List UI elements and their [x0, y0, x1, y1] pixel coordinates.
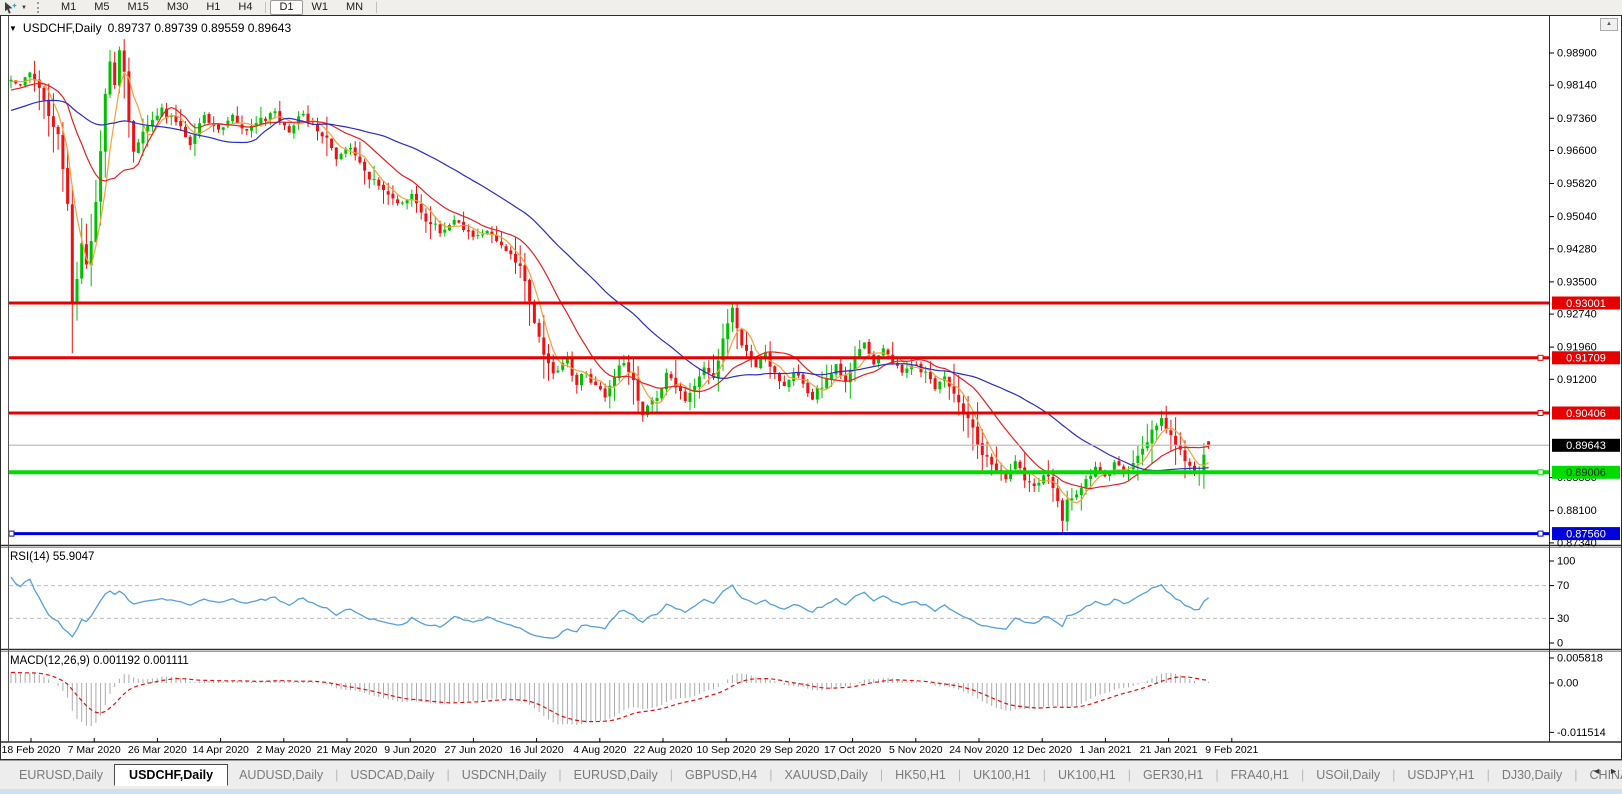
- status-strip: [0, 789, 1622, 794]
- rsi-line: [10, 576, 1209, 639]
- chart-symbol-label: USDCHF,Daily: [22, 21, 102, 35]
- chart-tab-uk100-h1[interactable]: UK100,H1: [962, 766, 1042, 784]
- price-axis-label: 0.97360: [1557, 113, 1597, 125]
- toolbar-separator: [376, 2, 378, 13]
- cursor-tool-button[interactable]: [3, 1, 18, 14]
- chart-tab-eurusd-daily[interactable]: EURUSD,Daily: [8, 766, 114, 784]
- price-badge-label: 0.89006: [1566, 467, 1606, 479]
- rsi-indicator-label: RSI(14) 55.9047: [10, 551, 95, 563]
- chart-tab-dj30-daily[interactable]: DJ30,Daily: [1491, 766, 1573, 784]
- price-chart-svg[interactable]: 0.98900 0.98140 0.97360 0.96600 0.95820 0.950…: [1, 16, 1621, 743]
- chart-window: 0.98900 0.98140 0.97360 0.96600 0.95820 0.950…: [0, 15, 1622, 760]
- price-axis-label: 0.92740: [1557, 309, 1597, 321]
- rsi-axis-label: 30: [1557, 613, 1569, 625]
- rsi-axis-label: 70: [1557, 580, 1569, 592]
- chart-tab-usdcnh-daily[interactable]: USDCNH,Daily: [451, 766, 558, 784]
- timeframe-button-H1[interactable]: H1: [197, 0, 229, 15]
- timeframe-button-M5[interactable]: M5: [85, 0, 118, 15]
- chart-tab-ger30-h1[interactable]: GER30,H1: [1132, 766, 1214, 784]
- price-axis-label: 0.91200: [1557, 374, 1597, 386]
- tab-scroll-right-icon[interactable]: ►: [1609, 766, 1618, 776]
- candles: [9, 39, 1211, 534]
- macd-axis-label: -0.011514: [1557, 727, 1606, 739]
- chart-tab-usdjpy-h1[interactable]: USDJPY,H1: [1396, 766, 1485, 784]
- timeframe-button-W1[interactable]: W1: [303, 0, 338, 15]
- price-axis-label: 0.93500: [1557, 276, 1597, 288]
- timeframe-button-D1[interactable]: D1: [270, 0, 303, 15]
- chart-tab-xauusd-daily[interactable]: XAUUSD,Daily: [773, 766, 878, 784]
- line-handle[interactable]: [8, 530, 15, 537]
- chart-tab-bar: EURUSD,Daily USDCHF,Daily AUDUSD,Daily | USD…: [0, 760, 1622, 789]
- chart-title: ▼ USDCHF,Daily 0.89737 0.89739 0.89559 0…: [9, 21, 291, 35]
- price-axis-label: 0.98900: [1557, 48, 1597, 60]
- ma-slow-blue: [10, 99, 1209, 472]
- tab-scroll-buttons: ◄ ►: [1592, 766, 1618, 776]
- price-axis-label: 0.95820: [1557, 178, 1597, 190]
- tab-scroll-left-icon[interactable]: ◄: [1592, 766, 1601, 776]
- rsi-axis-label: 100: [1557, 556, 1575, 568]
- price-axis-label: 0.94280: [1557, 243, 1597, 255]
- chart-tab-hk50-h1[interactable]: HK50,H1: [884, 766, 957, 784]
- cursor-arrow-icon: [5, 2, 17, 14]
- macd-axis-label: 0.00: [1557, 678, 1578, 690]
- price-axis-label: 0.88100: [1557, 505, 1597, 517]
- macd-axis-label: 0.005818: [1557, 653, 1603, 665]
- price-axis-label: 0.98140: [1557, 80, 1597, 92]
- macd-indicator-label: MACD(12,26,9) 0.001192 0.001111: [10, 655, 189, 667]
- price-badge-label: 0.93001: [1566, 298, 1606, 310]
- line-handle[interactable]: [1537, 530, 1544, 537]
- timeframe-button-M1[interactable]: M1: [52, 0, 85, 15]
- time-axis[interactable]: 18 Feb 2020 7 Mar 2020 26 Mar 2020 14 Apr 2…: [1, 743, 1621, 759]
- price-axis-label: 0.95040: [1557, 211, 1597, 223]
- rsi-axis-label: 0: [1557, 638, 1563, 650]
- date-label: 9 Feb 2021: [1205, 744, 1259, 756]
- chart-tab-usdcad-daily[interactable]: USDCAD,Daily: [339, 766, 445, 784]
- chart-tab-fra40-h1[interactable]: FRA40,H1: [1220, 766, 1300, 784]
- chart-tab-eurusd-daily[interactable]: EURUSD,Daily: [563, 766, 669, 784]
- price-badge-label: 0.87560: [1566, 528, 1606, 540]
- price-badge-label: 0.90406: [1566, 408, 1606, 420]
- toolbar-separator: [265, 2, 267, 13]
- chart-tab-audusd-daily[interactable]: AUDUSD,Daily: [228, 766, 334, 784]
- chart-tab-uk100-h1[interactable]: UK100,H1: [1047, 766, 1127, 784]
- chart-ohlc-values: 0.89737 0.89739 0.89559 0.89643: [107, 21, 292, 35]
- chart-collapse-icon[interactable]: ▼: [9, 24, 17, 33]
- line-handle[interactable]: [1537, 469, 1544, 476]
- cursor-tool-dropdown-icon[interactable]: ▼: [21, 5, 27, 11]
- price-axis-label: 0.96600: [1557, 145, 1597, 157]
- chart-tab-usoil-daily[interactable]: USOil,Daily: [1305, 766, 1391, 784]
- timeframe-button-H4[interactable]: H4: [229, 0, 261, 15]
- timeframe-button-M15[interactable]: M15: [119, 0, 158, 15]
- chart-tab-usdchf-daily[interactable]: USDCHF,Daily: [114, 763, 229, 786]
- timeframe-buttons: M1 M5 M15 M30 H1 H4 D1 W1 MN: [52, 0, 381, 15]
- timeframe-button-M30[interactable]: M30: [158, 0, 197, 15]
- timeframe-button-MN[interactable]: MN: [337, 0, 372, 15]
- price-badge-label: 0.89643: [1566, 440, 1606, 452]
- line-handle[interactable]: [1537, 354, 1544, 361]
- line-handle[interactable]: [1537, 410, 1544, 416]
- toolbar-grip: [36, 2, 44, 13]
- scroll-up-button[interactable]: ▲: [1600, 18, 1618, 31]
- macd-histogram: [10, 672, 1210, 727]
- price-badge-label: 0.91709: [1566, 353, 1606, 365]
- chart-tab-gbpusd-h4[interactable]: GBPUSD,H4: [674, 766, 768, 784]
